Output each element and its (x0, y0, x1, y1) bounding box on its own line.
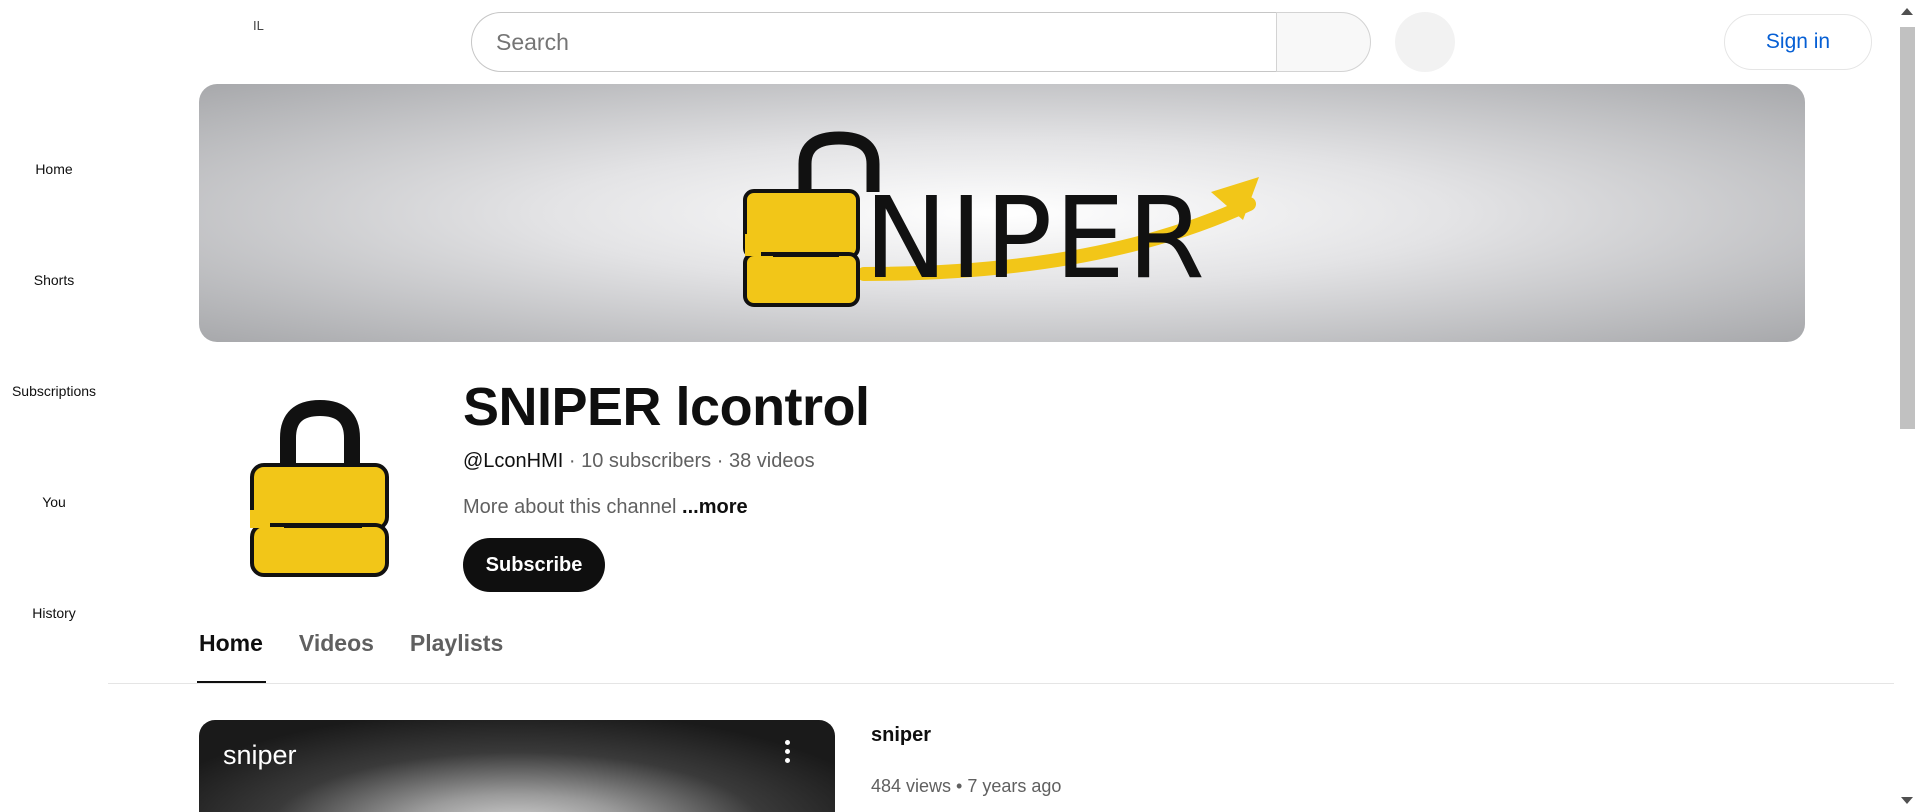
featured-video-meta: 484 views • 7 years ago (871, 776, 1061, 797)
sidebar-item-shorts[interactable]: Shorts (0, 272, 108, 288)
sidebar-item-label: Subscriptions (11, 383, 97, 399)
banner-logo: NIPER (743, 131, 1259, 307)
meta-separator: · (563, 450, 582, 472)
padlock-shackle-icon (798, 131, 880, 192)
sidebar-item-home[interactable]: Home (0, 161, 108, 177)
sidebar-item-label: Home (35, 161, 73, 177)
search-input[interactable] (496, 28, 1276, 56)
more-vert-icon[interactable] (785, 740, 791, 768)
sidebar-item-label: History (32, 605, 76, 621)
more-link[interactable]: ...more (682, 496, 748, 518)
subscribe-label: Subscribe (485, 553, 583, 576)
channel-meta: @LconHMI · 10 subscribers · 38 videos (463, 450, 815, 473)
tab-label: Home (199, 630, 263, 656)
meta-separator: · (711, 450, 729, 472)
meta-bullet: • (951, 776, 968, 796)
tab-home[interactable]: Home (197, 630, 266, 684)
channel-avatar[interactable] (238, 398, 404, 578)
tab-label: Playlists (409, 630, 504, 656)
scrollbar-thumb[interactable] (1900, 27, 1915, 429)
thumbnail-title: sniper (223, 740, 297, 770)
channel-handle: @LconHMI (463, 450, 564, 472)
tab-label: Videos (298, 630, 374, 656)
sidebar-item-subscriptions[interactable]: Subscriptions (0, 383, 108, 399)
banner-logo-text: NIPER (864, 174, 1207, 304)
sidebar-item-label: You (42, 494, 66, 510)
scroll-up-arrow-icon[interactable] (1901, 8, 1913, 15)
channel-description-text: More about this channel (463, 496, 677, 518)
tab-playlists[interactable]: Playlists (410, 630, 503, 684)
channel-description[interactable]: More about this channel ...more (463, 496, 748, 519)
channel-tabs: Home Videos Playlists (197, 630, 539, 684)
sidebar-item-label: Shorts (33, 272, 75, 288)
tab-videos[interactable]: Videos (299, 630, 374, 684)
subscribe-button[interactable]: Subscribe (463, 538, 605, 592)
featured-video-title[interactable]: sniper (871, 724, 931, 747)
tab-divider (108, 683, 1894, 684)
upload-age: 7 years ago (967, 776, 1062, 796)
voice-search-button[interactable] (1395, 12, 1455, 72)
view-count: 484 views (871, 776, 952, 796)
sidebar-item-you[interactable]: You (0, 494, 108, 510)
search-button[interactable] (1276, 12, 1371, 72)
scroll-down-arrow-icon[interactable] (1901, 797, 1913, 804)
sidebar-item-history[interactable]: History (0, 605, 108, 621)
video-count: 38 videos (728, 450, 815, 472)
featured-video-thumbnail[interactable]: sniper (199, 720, 835, 812)
search-input-wrapper (471, 12, 1276, 72)
subscriber-count: 10 subscribers (581, 450, 712, 472)
sign-in-button[interactable]: Sign in (1724, 14, 1872, 70)
channel-banner: NIPER (199, 84, 1805, 342)
padlock-body-icon (743, 189, 860, 307)
country-code: IL (253, 18, 264, 33)
search-bar (471, 12, 1371, 72)
page-scrollbar[interactable] (1895, 0, 1920, 812)
sign-in-label: Sign in (1765, 30, 1831, 53)
channel-name: SNIPER lcontrol (463, 377, 870, 437)
